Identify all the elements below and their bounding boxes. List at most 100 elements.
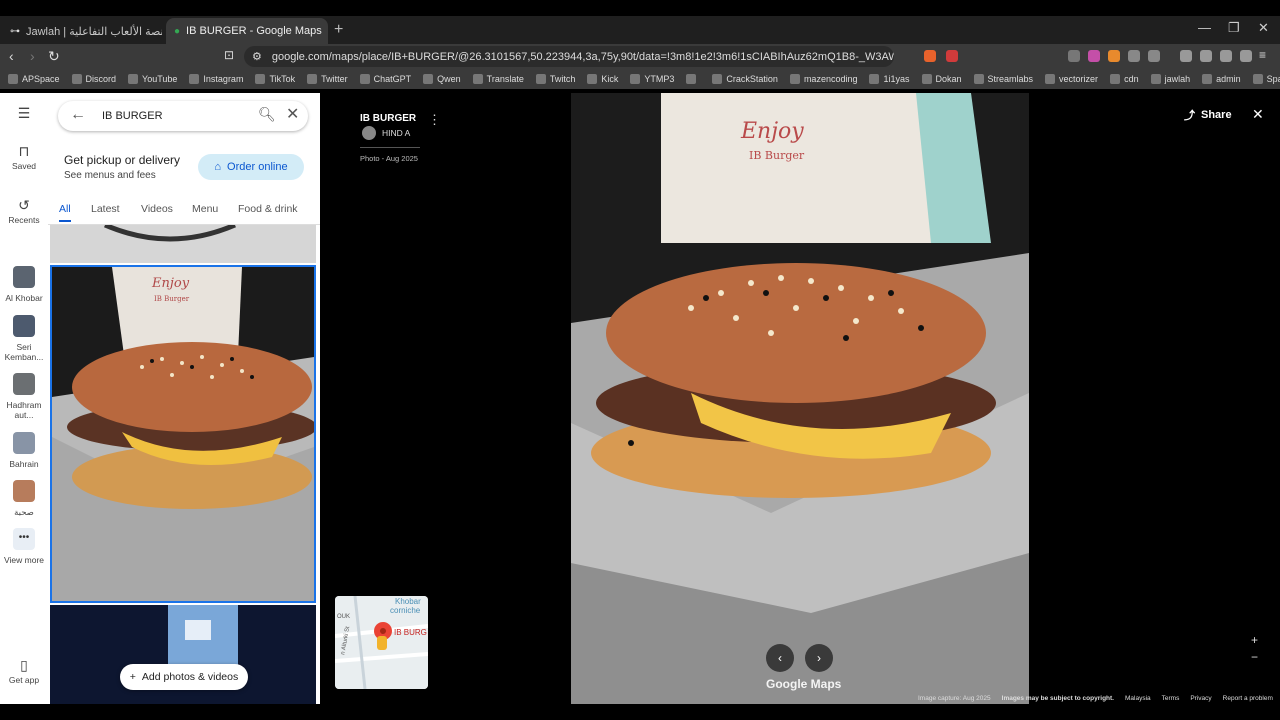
recent-place-hadhramaut[interactable]: Hadhram aut...	[0, 373, 48, 420]
plate-photo	[50, 222, 316, 263]
place-label: Hadhram aut...	[6, 400, 42, 420]
clear-search-icon[interactable]: ✕	[286, 104, 299, 124]
previous-photo-button[interactable]: ‹	[766, 644, 794, 672]
shopping-bag-icon: ⌂	[214, 161, 222, 173]
bookmark-item[interactable]: Dokan	[921, 74, 962, 84]
enjoy-text: Enjoy	[151, 276, 190, 291]
bookmark-item[interactable]: jawlah	[1150, 74, 1191, 84]
share-button[interactable]: ⤴ Share	[1184, 107, 1232, 123]
place-title[interactable]: IB BURGER	[360, 113, 416, 124]
bookmark-item[interactable]: 1i1yas	[869, 74, 910, 84]
brave-shield-icon[interactable]	[924, 50, 936, 62]
bookmark-item[interactable]: TikTok	[255, 74, 295, 84]
tab-food-drink[interactable]: Food & drink	[238, 203, 298, 215]
bookmark-item[interactable]: Discord	[71, 74, 116, 84]
bookmark-item[interactable]: CrackStation	[712, 74, 778, 84]
country-link[interactable]: Malaysia	[1125, 695, 1151, 702]
bookmark-label: jawlah	[1164, 74, 1191, 84]
chevron-left-icon: ‹	[778, 651, 782, 665]
main-photo[interactable]: Enjoy IB Burger	[571, 93, 1029, 704]
recent-place-bahrain[interactable]: Bahrain	[0, 432, 48, 469]
recent-place-al-khobar[interactable]: Al Khobar	[0, 266, 48, 303]
bookmark-favicon-icon	[587, 74, 598, 84]
recents-button[interactable]: ↺ Recents	[0, 198, 48, 225]
next-photo-button[interactable]: ›	[805, 644, 833, 672]
bookmark-icon[interactable]: ⊡	[224, 48, 234, 62]
view-more-button[interactable]: ••• View more	[0, 528, 48, 565]
tab-google-maps[interactable]: ● IB BURGER - Google Maps ✕	[166, 18, 328, 44]
brave-rewards-icon[interactable]	[946, 50, 958, 62]
puzzle-icon[interactable]	[1128, 50, 1140, 62]
leo-icon[interactable]	[1220, 50, 1232, 62]
photo-thumbnail-selected[interactable]: Enjoy IB Burger	[50, 265, 316, 603]
bookmark-label: Streamlabs	[987, 74, 1034, 84]
bookmark-label: YouTube	[142, 74, 178, 84]
bookmark-label: cdn	[1124, 74, 1139, 84]
wallet-icon[interactable]	[1200, 50, 1212, 62]
bookmark-item[interactable]: Twitter	[307, 74, 348, 84]
sidebar-icon[interactable]	[1180, 50, 1192, 62]
bookmark-item[interactable]: Qwen	[423, 74, 461, 84]
tab-latest[interactable]: Latest	[91, 203, 120, 215]
zoom-in-button[interactable]: +	[1251, 633, 1258, 647]
recent-place-seri-kemban[interactable]: Seri Kemban...	[0, 315, 48, 362]
burger-photo: Enjoy IB Burger	[571, 93, 1029, 704]
menu-button[interactable]: ☰	[0, 106, 48, 123]
bookmark-label: Translate	[486, 74, 524, 84]
photo-author[interactable]: HIND A	[362, 126, 410, 140]
bookmark-item[interactable]: Instagram	[189, 74, 243, 84]
back-arrow-icon[interactable]: ←	[70, 106, 86, 124]
site-info-icon[interactable]: ⚙	[252, 50, 262, 63]
tab-jawlah[interactable]: ⊶ Jawlah | جولة - منصة الألعاب التفاعلية	[2, 18, 162, 44]
forward-icon[interactable]: ›	[30, 48, 35, 64]
bookmark-item[interactable]: Translate	[472, 74, 524, 84]
menu-icon[interactable]: ≡	[1259, 48, 1266, 62]
mini-map[interactable]: Khobar corniche IB BURG OUK n Alturki St	[335, 596, 428, 689]
tab-all[interactable]: All	[59, 203, 71, 222]
extension-icon[interactable]	[1148, 50, 1160, 62]
vpn-icon[interactable]	[1240, 50, 1252, 62]
tab-menu[interactable]: Menu	[192, 203, 218, 215]
window-close-icon[interactable]: ✕	[1258, 20, 1269, 36]
get-app-button[interactable]: ▯ Get app	[0, 658, 48, 685]
privacy-link[interactable]: Privacy	[1190, 695, 1211, 702]
new-tab-button[interactable]: +	[334, 21, 343, 39]
report-link[interactable]: Report a problem	[1223, 695, 1273, 702]
photo-thumbnail[interactable]	[50, 222, 316, 263]
bookmark-item[interactable]: APSpace	[8, 74, 60, 84]
maximize-icon[interactable]: ❐	[1228, 20, 1240, 36]
map-label: corniche	[390, 606, 421, 615]
zoom-out-button[interactable]: −	[1251, 650, 1258, 664]
minimize-icon[interactable]: —	[1198, 20, 1211, 35]
reload-icon[interactable]: ↻	[48, 48, 60, 65]
recent-place-arabic[interactable]: صحبة	[0, 480, 48, 517]
bookmark-item[interactable]: Twitch	[535, 74, 575, 84]
order-online-button[interactable]: ⌂ Order online	[198, 154, 304, 180]
bookmark-item[interactable]: Spacemail	[1252, 74, 1280, 84]
more-icon: •••	[13, 528, 35, 550]
bookmark-item[interactable]: Streamlabs	[973, 74, 1034, 84]
bookmark-item[interactable]: mazencoding	[789, 74, 857, 84]
add-photos-videos-button[interactable]: + Add photos & videos	[120, 664, 248, 690]
bookmark-item[interactable]: cdn	[1110, 74, 1139, 84]
tab-videos[interactable]: Videos	[141, 203, 173, 215]
terms-link[interactable]: Terms	[1162, 695, 1180, 702]
more-options-icon[interactable]: ⋮	[428, 112, 441, 128]
extension-icon[interactable]	[1068, 50, 1080, 62]
bookmark-item[interactable]: ChatGPT	[359, 74, 411, 84]
back-icon[interactable]: ‹	[9, 48, 14, 64]
close-viewer-icon[interactable]: ✕	[1252, 106, 1264, 123]
bookmark-item[interactable]	[686, 74, 700, 84]
bookmark-item[interactable]: YTMP3	[630, 74, 674, 84]
bookmark-favicon-icon	[8, 74, 18, 84]
bookmark-item[interactable]: vectorizer	[1045, 74, 1098, 84]
saved-button[interactable]: ⊓ Saved	[0, 144, 48, 171]
bookmark-item[interactable]: Kick	[587, 74, 618, 84]
search-input[interactable]: IB BURGER	[102, 110, 163, 122]
search-icon[interactable]: 🔍︎	[258, 106, 276, 123]
bookmark-item[interactable]: admin	[1202, 74, 1241, 84]
extension-icon[interactable]	[1088, 50, 1100, 62]
extension-icon[interactable]	[1108, 50, 1120, 62]
bookmark-item[interactable]: YouTube	[128, 74, 177, 84]
address-bar[interactable]: ⚙ google.com/maps/place/IB+BURGER/@26.31…	[244, 46, 894, 67]
